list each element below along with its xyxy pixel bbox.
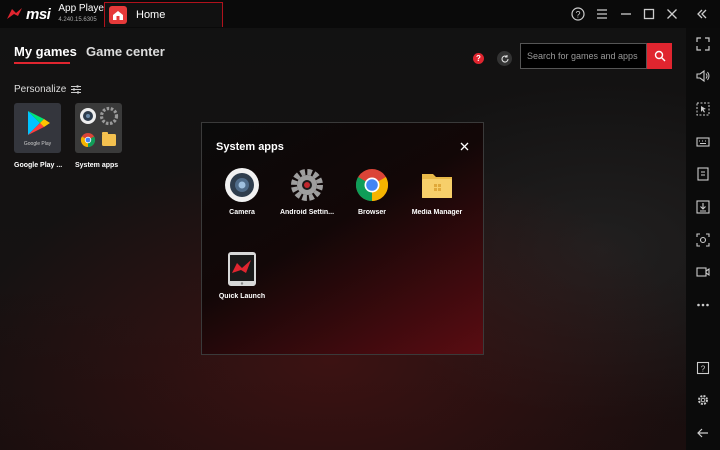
google-play-caption: Google Play	[23, 141, 52, 147]
sliders-icon	[71, 85, 82, 94]
minimize-button[interactable]	[618, 6, 634, 22]
system-apps-tile[interactable]	[75, 103, 122, 153]
camera-icon	[225, 168, 259, 202]
keyboard-button[interactable]	[694, 133, 712, 151]
search-box	[520, 43, 647, 69]
maximize-button[interactable]	[641, 6, 657, 22]
close-icon	[460, 142, 468, 150]
dialog-title: System apps	[216, 141, 284, 153]
tab-game-center[interactable]: Game center	[86, 44, 165, 59]
dialog-close-button[interactable]	[458, 140, 470, 152]
pointer-button[interactable]	[694, 100, 712, 118]
keyboard-icon	[696, 137, 710, 147]
record-button[interactable]	[694, 263, 712, 281]
search-button[interactable]	[647, 43, 672, 69]
brand: msi App Player 4.240.15.6305	[6, 3, 107, 25]
close-icon	[667, 9, 677, 19]
more-dots-icon	[697, 303, 709, 307]
back-button[interactable]	[694, 424, 712, 442]
screenshot-icon	[696, 233, 710, 247]
app-media-manager[interactable]: Media Manager	[403, 167, 471, 216]
hamburger-menu-icon	[597, 9, 607, 19]
app-label: Media Manager	[411, 209, 463, 216]
system-apps-folder-icon	[80, 106, 119, 148]
quick-launch-icon	[228, 252, 256, 286]
refresh-icon	[500, 54, 509, 63]
system-apps-dialog: System apps Camera Android Settin... Bro…	[201, 122, 484, 355]
app-android-settings[interactable]: Android Settin...	[273, 167, 341, 216]
svg-text:?: ?	[701, 365, 706, 374]
active-tab-indicator	[14, 62, 70, 64]
cursor-icon	[696, 102, 710, 116]
refresh-button[interactable]	[497, 51, 512, 66]
tab-home[interactable]: Home	[104, 2, 223, 27]
app-name: App Player	[58, 2, 108, 14]
svg-text:?: ?	[575, 10, 580, 20]
home-icon	[109, 6, 127, 24]
app-label: Browser	[357, 209, 386, 216]
tab-my-games[interactable]: My games	[14, 44, 77, 59]
question-square-icon: ?	[696, 361, 710, 375]
double-chevron-left-icon	[697, 9, 707, 19]
collapse-button[interactable]	[694, 6, 710, 22]
system-apps-label: System apps	[75, 162, 119, 169]
title-bar: msi App Player 4.240.15.6305 Home ?	[0, 0, 720, 28]
apk-icon	[697, 167, 709, 181]
app-label: Android Settin...	[279, 209, 335, 216]
google-play-label: Google Play ...	[14, 162, 63, 169]
app-label: Camera	[229, 209, 255, 216]
volume-icon	[696, 69, 710, 83]
fullscreen-icon	[696, 37, 710, 51]
folder-icon	[422, 174, 452, 198]
search-icon	[654, 50, 665, 62]
chrome-icon	[355, 169, 389, 202]
install-apk-button[interactable]	[694, 165, 712, 183]
google-play-tile[interactable]: Google Play	[14, 103, 61, 153]
close-button[interactable]	[664, 6, 680, 22]
sidebar-help-button[interactable]: ?	[694, 359, 712, 377]
more-button[interactable]	[694, 296, 712, 314]
settings-gear-icon	[291, 169, 323, 201]
app-label: Quick Launch	[218, 293, 266, 300]
download-button[interactable]	[694, 198, 712, 216]
msi-dragon-logo-icon	[7, 8, 22, 19]
gear-icon	[698, 395, 708, 405]
maximize-icon	[643, 8, 655, 20]
settings-button[interactable]	[694, 391, 712, 409]
brand-name: msi	[26, 5, 51, 23]
arrow-left-icon	[697, 428, 708, 438]
personalize-label: Personalize	[14, 84, 67, 95]
help-icon: ?	[571, 7, 585, 21]
minimize-icon	[621, 13, 631, 15]
app-version: 4.240.15.6305	[58, 16, 97, 23]
right-toolbar: ?	[686, 28, 720, 450]
personalize-button[interactable]: Personalize	[14, 84, 82, 95]
app-camera[interactable]: Camera	[208, 167, 276, 216]
app-quick-launch[interactable]: Quick Launch	[208, 251, 276, 300]
menu-button[interactable]	[594, 6, 610, 22]
video-record-icon	[696, 267, 710, 277]
search-input[interactable]	[521, 44, 646, 68]
screenshot-button[interactable]	[694, 231, 712, 249]
help-button[interactable]: ?	[570, 6, 586, 22]
download-icon	[696, 200, 710, 214]
volume-button[interactable]	[694, 67, 712, 85]
home-tab-label: Home	[136, 9, 166, 21]
app-browser[interactable]: Browser	[338, 167, 406, 216]
help-badge[interactable]: ?	[473, 53, 484, 64]
fullscreen-button[interactable]	[694, 35, 712, 53]
